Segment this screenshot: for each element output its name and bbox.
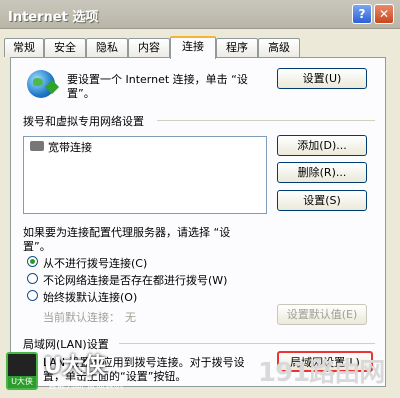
connection-item[interactable]: 宽带连接 <box>48 139 92 155</box>
current-default-value: 无 <box>125 311 136 324</box>
connections-panel: 要设置一个 Internet 连接，单击 “设 置”。 设置(U) 拨号和虚拟专… <box>10 57 386 387</box>
tab-advanced[interactable]: 高级 <box>258 38 300 57</box>
tab-content[interactable]: 内容 <box>128 38 170 57</box>
site-watermark: 191路由网 <box>258 358 385 388</box>
radio-dial-whenever-label[interactable]: 不论网络连接是否存在都进行拨号(W) <box>43 272 227 288</box>
udaxia-logo-overlay: U大侠 U大侠 智能判断 傻瓜装机 <box>0 348 140 398</box>
radio-always-default[interactable] <box>27 290 38 301</box>
help-button[interactable]: ? <box>352 4 372 24</box>
setup-text-line2: 置”。 <box>67 87 95 100</box>
remove-button[interactable]: 删除(R)... <box>277 162 367 183</box>
close-button[interactable]: ✕ <box>374 4 394 24</box>
internet-options-window: Internet 选项 ? ✕ 常规 安全 隐私 内容 连接 程序 高级 要设置… <box>0 0 400 398</box>
tab-connections[interactable]: 连接 <box>170 36 216 59</box>
udaxia-logo-text: U大侠 <box>44 354 106 379</box>
tab-security[interactable]: 安全 <box>44 38 86 57</box>
add-button[interactable]: 添加(D)... <box>277 135 367 156</box>
set-default-button[interactable]: 设置默认值(E) <box>277 304 367 325</box>
setup-button[interactable]: 设置(U) <box>277 68 367 89</box>
window-title: Internet 选项 <box>8 10 99 25</box>
tab-general[interactable]: 常规 <box>4 38 44 57</box>
lan-divider <box>119 343 375 344</box>
proxy-text-line1: 如果要为连接配置代理服务器，请选择 “设 <box>23 226 231 239</box>
udaxia-badge: U大侠 <box>8 376 36 388</box>
radio-dial-whenever[interactable] <box>27 273 38 284</box>
current-default-label: 当前默认连接： <box>43 311 120 324</box>
radio-never-dial[interactable] <box>27 256 38 267</box>
connections-listbox[interactable]: 宽带连接 <box>23 136 267 214</box>
radio-always-default-label[interactable]: 始终拨默认连接(O) <box>43 289 137 305</box>
dialup-divider <box>157 120 375 121</box>
udaxia-logo-subtitle: 智能判断 傻瓜装机 <box>48 381 123 391</box>
radio-never-dial-label[interactable]: 从不进行拨号连接(C) <box>43 255 147 271</box>
settings-button[interactable]: 设置(S) <box>277 190 367 211</box>
proxy-text-line2: 置”。 <box>23 240 51 253</box>
dialup-connection-icon <box>30 141 44 151</box>
tab-privacy[interactable]: 隐私 <box>86 38 128 57</box>
tab-programs[interactable]: 程序 <box>216 38 258 57</box>
dialup-group-title: 拨号和虚拟专用网络设置 <box>23 115 144 128</box>
title-bar[interactable]: Internet 选项 ? ✕ <box>0 0 400 29</box>
